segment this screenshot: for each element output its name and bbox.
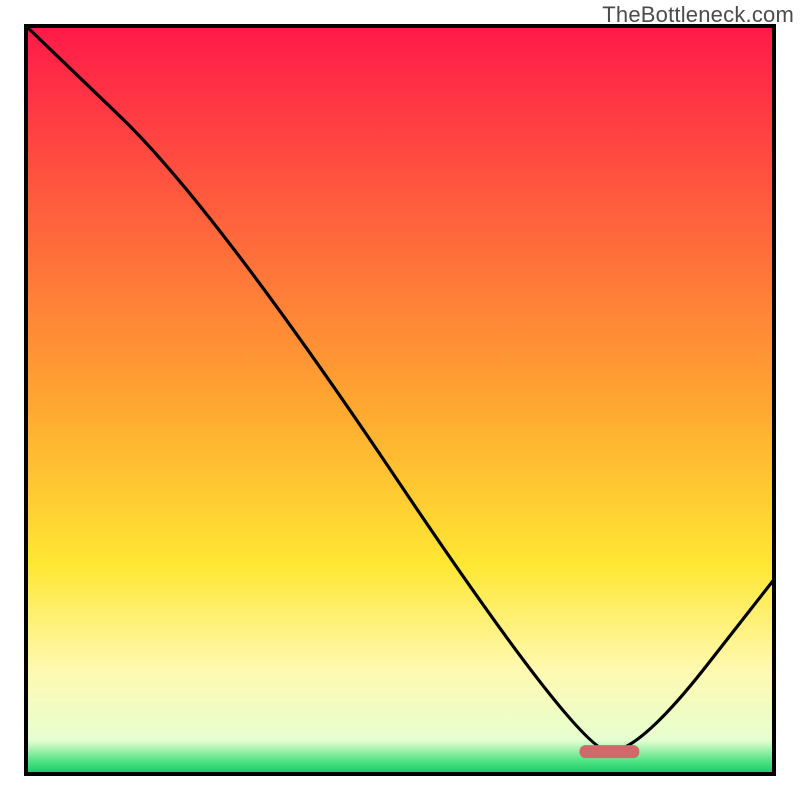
watermark-text: TheBottleneck.com	[602, 2, 794, 28]
bottleneck-chart: TheBottleneck.com	[0, 0, 800, 800]
highlight-marker	[580, 745, 640, 758]
plot-background	[26, 26, 774, 774]
chart-svg	[0, 0, 800, 800]
